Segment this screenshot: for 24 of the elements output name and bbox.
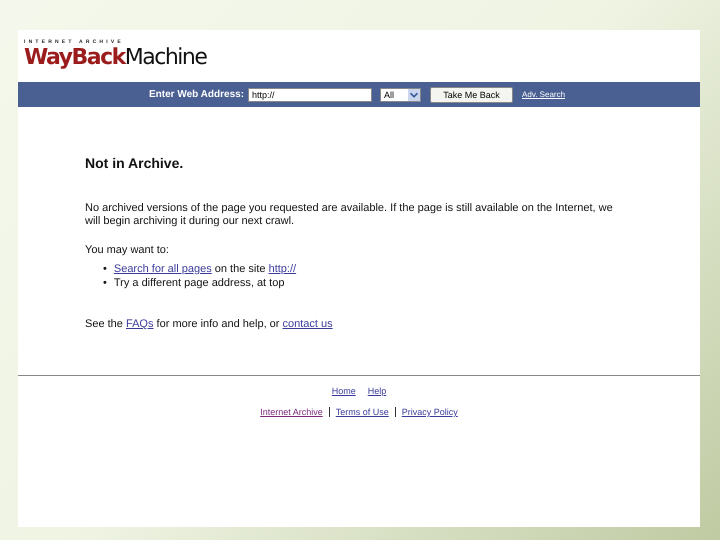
address-field[interactable]: http:// <box>248 88 372 102</box>
footer-link[interactable]: Help <box>368 386 386 396</box>
footer-link[interactable]: Home <box>332 386 356 396</box>
suggestion-text: Try a different page address, at top <box>114 276 284 290</box>
inline-link[interactable]: contact us <box>282 318 333 330</box>
logo-wordmark: WayBack <box>24 45 125 70</box>
list-bullet: • <box>103 262 107 276</box>
suggestion-text: Search for all pages on the site http:// <box>114 262 296 276</box>
scope-dropdown[interactable]: All <box>380 88 422 102</box>
suggestion-link[interactable]: http:// <box>268 263 296 275</box>
suggestion-link[interactable]: Search for all pages <box>114 263 212 275</box>
take-me-back-button[interactable]: Take Me Back <box>430 86 514 102</box>
message-text: No archived versions of the page you requested are available. If the page is still available on the Internet, we will begin archiving it during our next crawl. <box>85 202 614 228</box>
inline-link[interactable]: FAQs <box>126 318 154 330</box>
list-bullet: • <box>103 276 107 290</box>
footer-link[interactable]: Privacy Policy <box>402 407 458 417</box>
logo-wordmark: Machine <box>124 45 206 70</box>
footer-link[interactable]: Terms of Use <box>336 407 389 417</box>
help-text: See the FAQs for more info and help, or contact us <box>85 318 334 330</box>
suggestions-intro: You may want to: <box>85 244 170 256</box>
advanced-search-link[interactable]: Adv. Search <box>522 90 566 99</box>
address-label: Enter Web Address: <box>149 89 244 100</box>
page-heading: Not in Archive. <box>85 155 184 171</box>
footer-link[interactable]: Internet Archive <box>260 407 323 417</box>
